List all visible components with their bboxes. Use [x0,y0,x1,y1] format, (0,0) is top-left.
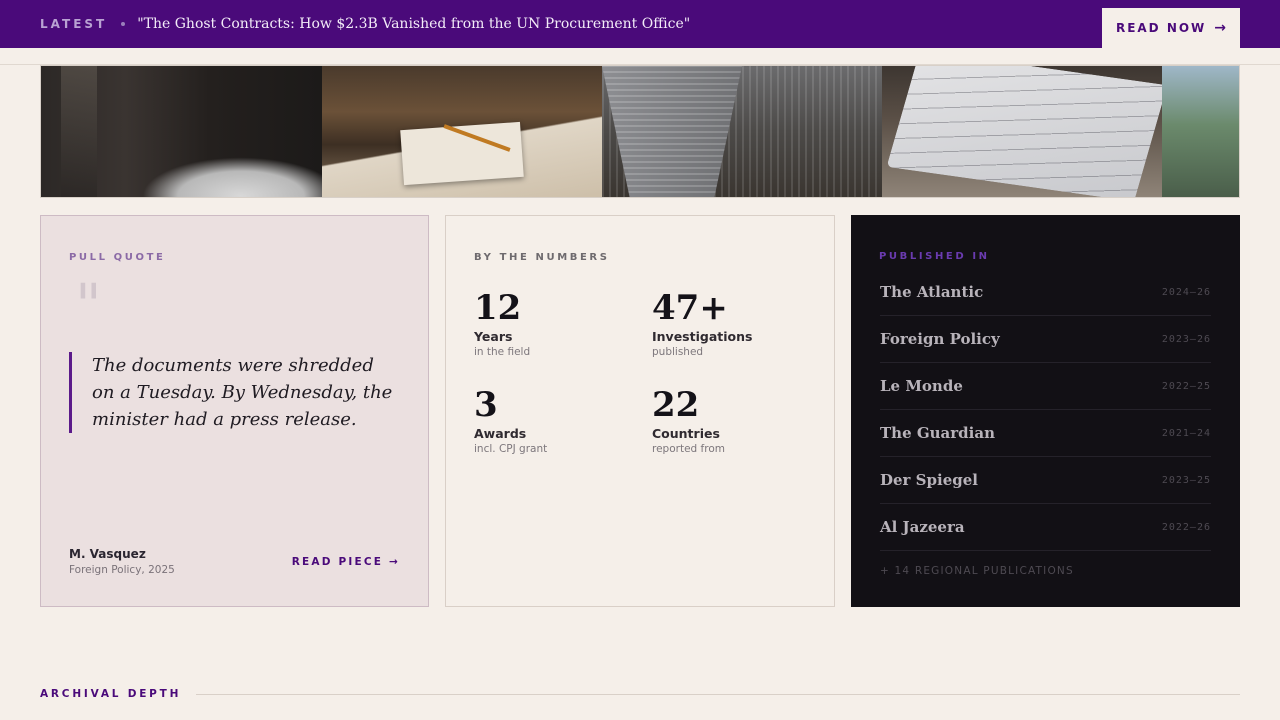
stat-sub: incl. CPJ grant [474,443,548,455]
stat-value: 3 [474,385,498,425]
numbers-eyebrow: BY THE NUMBERS [474,252,610,263]
stat-sub: reported from [652,443,725,455]
read-piece-link[interactable]: READ PIECE → [292,556,400,568]
photo-bedroom [41,66,322,197]
stat-countries: 22 Countries reported from [652,385,822,455]
stat-sub: in the field [474,346,531,358]
publication-row[interactable]: Le Monde 2022–25 [880,363,1211,410]
publication-row[interactable]: Foreign Policy 2023–26 [880,316,1211,363]
by-the-numbers-card: BY THE NUMBERS 12 Years in the field 47+… [445,215,835,607]
section-divider [196,694,1240,695]
publication-years: 2023–26 [1161,333,1211,345]
publication-years: 2022–26 [1161,521,1211,533]
photo-city [602,66,882,197]
published-in-card: PUBLISHED IN The Atlantic 2024–26 Foreig… [851,215,1240,607]
quote-author: M. Vasquez [69,547,146,561]
publication-row[interactable]: Al Jazeera 2022–26 [880,504,1211,551]
photo-notebook [882,66,1162,197]
publication-name: Foreign Policy [880,330,1000,348]
read-now-label: READ NOW [1115,21,1207,35]
photo-desk [322,66,602,197]
publication-row[interactable]: The Atlantic 2024–26 [880,269,1211,316]
section-title: ARCHIVAL DEPTH [40,688,182,700]
photo-strip [40,65,1240,198]
quote-mark-icon: " [75,271,102,339]
arrow-right-icon: → [1214,20,1227,36]
pull-quote-card: PULL QUOTE " The documents were shredded… [40,215,429,607]
publication-row[interactable]: The Guardian 2021–24 [880,410,1211,457]
publication-row[interactable]: Der Spiegel 2023–25 [880,457,1211,504]
publication-years: 2022–25 [1161,380,1211,392]
stat-awards: 3 Awards incl. CPJ grant [474,385,644,455]
latest-banner: LATEST "The Ghost Contracts: How $2.3B V… [0,0,1280,48]
publication-name: The Guardian [880,424,995,442]
stat-label: Awards [474,426,527,441]
publication-name: Al Jazeera [880,518,965,536]
latest-headline[interactable]: "The Ghost Contracts: How $2.3B Vanished… [137,16,690,32]
stat-label: Years [474,329,513,344]
more-publications-note: + 14 REGIONAL PUBLICATIONS [880,565,1074,577]
stat-sub: published [652,346,704,358]
publication-name: Le Monde [880,377,963,395]
publication-years: 2023–25 [1161,474,1211,486]
pull-quote-eyebrow: PULL QUOTE [69,252,166,263]
quote-source: Foreign Policy, 2025 [69,564,175,576]
stat-value: 22 [652,385,700,425]
stat-value: 47+ [652,288,728,328]
publication-name: The Atlantic [880,283,984,301]
stat-investigations: 47+ Investigations published [652,288,822,358]
published-in-eyebrow: PUBLISHED IN [879,251,990,262]
publication-years: 2021–24 [1161,427,1211,439]
stat-label: Countries [652,426,720,441]
publication-list: The Atlantic 2024–26 Foreign Policy 2023… [880,269,1211,551]
publication-name: Der Spiegel [880,471,978,489]
separator-dot [121,22,126,26]
pull-quote-text: The documents were shredded on a Tuesday… [69,352,399,433]
stat-years: 12 Years in the field [474,288,644,358]
photo-window [1162,66,1239,197]
read-now-button[interactable]: READ NOW → [1102,8,1240,48]
stat-label: Investigations [652,329,753,344]
latest-label: LATEST [40,17,108,31]
stat-value: 12 [474,288,522,328]
publication-years: 2024–26 [1161,286,1211,298]
